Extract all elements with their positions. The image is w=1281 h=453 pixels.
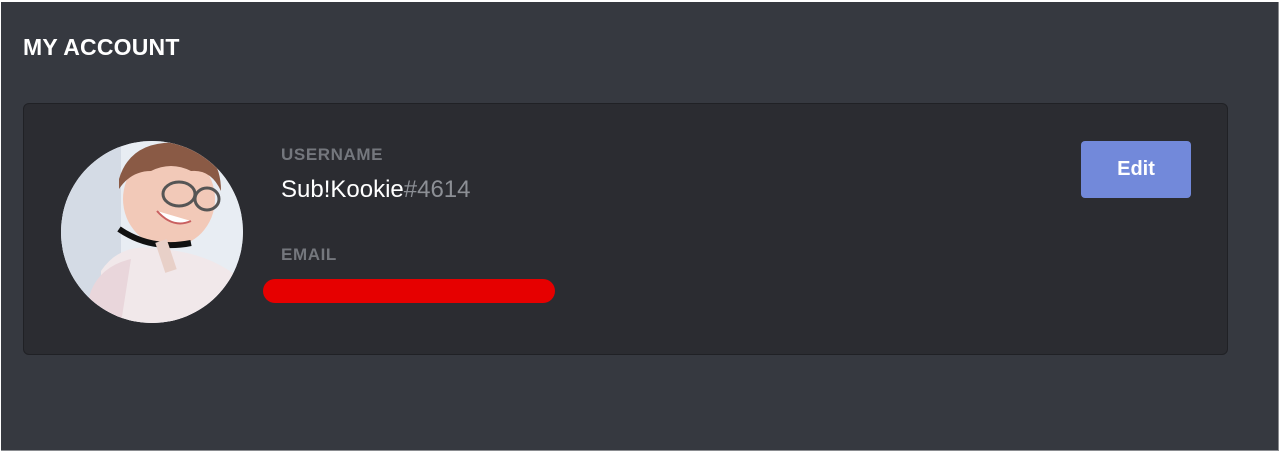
edit-button[interactable]: Edit: [1081, 141, 1191, 198]
page-title: MY ACCOUNT: [23, 34, 180, 60]
account-card: USERNAME Sub!Kookie#4614 EMAIL Edit: [23, 103, 1228, 355]
username-text: Sub!Kookie: [281, 176, 404, 203]
username-value: Sub!Kookie#4614: [281, 176, 471, 204]
username-label: USERNAME: [281, 145, 384, 164]
avatar[interactable]: [61, 141, 243, 323]
email-redaction: [263, 279, 555, 303]
email-label: EMAIL: [281, 245, 337, 264]
settings-panel: MY ACCOUNT USERNAME Sub!Kookie#4614 EMAI…: [1, 2, 1279, 451]
discriminator: #4614: [403, 176, 471, 203]
